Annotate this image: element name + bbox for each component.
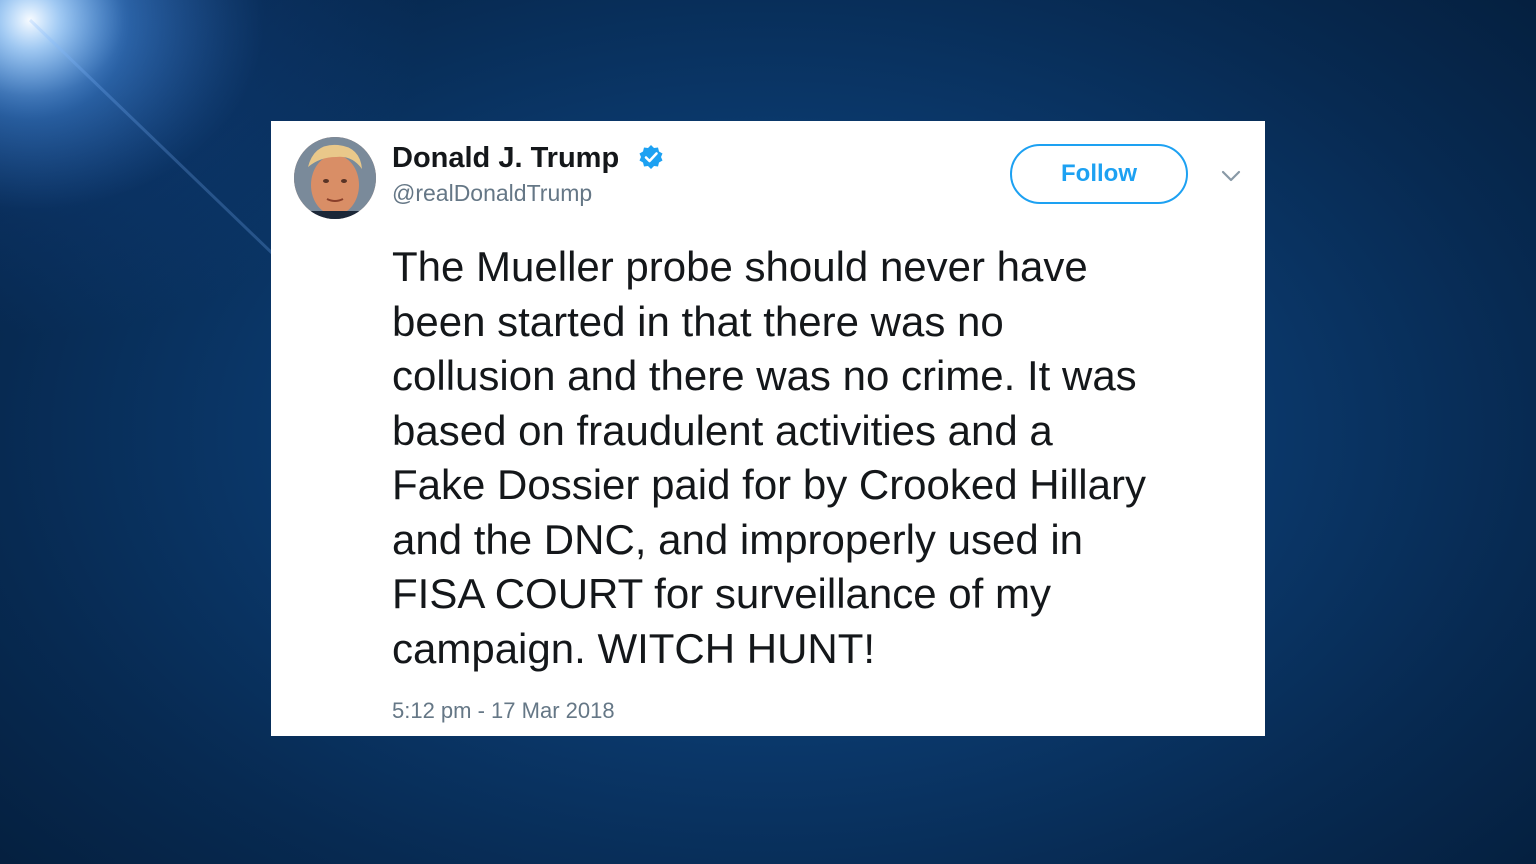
follow-button[interactable]: Follow (1010, 144, 1188, 204)
tweet-text-line: campaign. WITCH HUNT! (392, 624, 876, 672)
tweet-text-line: been started in that there was no (392, 297, 1004, 345)
chevron-down-icon[interactable] (1219, 166, 1243, 186)
tweet-text-line: based on fraudulent activities and a (392, 406, 1053, 454)
author-display-name[interactable]: Donald J. Trump (392, 142, 619, 175)
tweet-text: The Mueller probe should never have been… (392, 240, 1252, 676)
tweet-text-line: collusion and there was no crime. It was (392, 352, 1137, 399)
tweet-text-line: FISA COURT for surveillance of my (392, 570, 1051, 617)
profile-photo-icon (294, 137, 376, 219)
avatar[interactable] (294, 137, 376, 219)
tweet-text-line: and the DNC, and improperly used in (392, 515, 1084, 563)
tweet-timestamp[interactable]: 5:12 pm - 17 Mar 2018 (392, 698, 615, 724)
author-handle[interactable]: @realDonaldTrump (392, 180, 592, 207)
verified-badge-icon (639, 145, 663, 169)
tweet-text-line: Fake Dossier paid for by Crooked Hillary (392, 461, 1146, 508)
tweet-text-line: The Mueller probe should never have (392, 243, 1088, 290)
